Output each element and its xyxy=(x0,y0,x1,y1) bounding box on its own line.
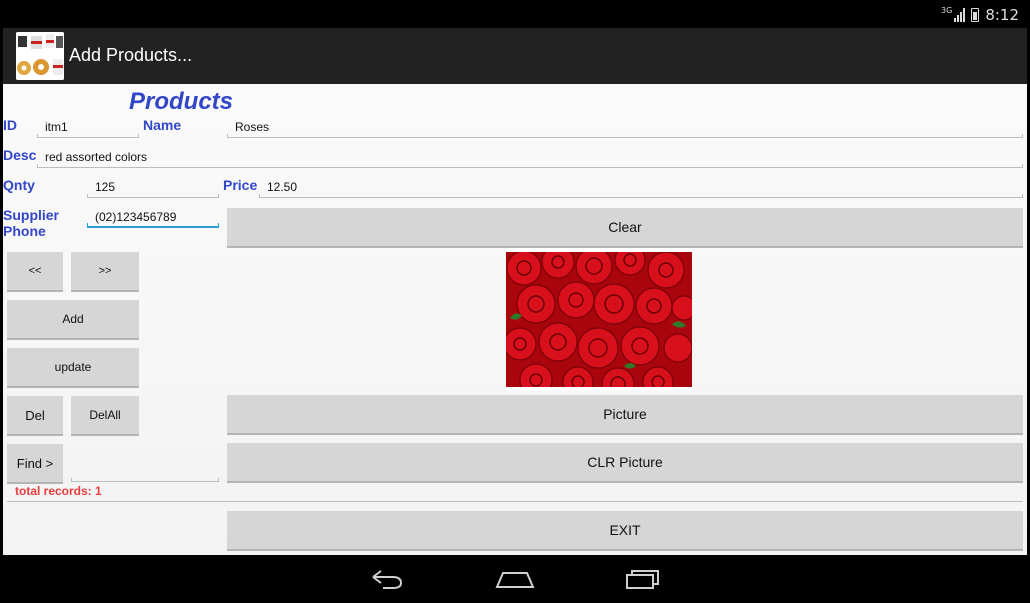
back-icon[interactable] xyxy=(369,567,405,595)
recents-icon[interactable] xyxy=(625,567,661,595)
home-icon[interactable] xyxy=(495,567,535,595)
add-button[interactable]: Add xyxy=(7,300,139,340)
next-button[interactable]: >> xyxy=(71,252,139,292)
page-heading: Products xyxy=(129,88,234,115)
status-bar: 3G 8:12 xyxy=(3,3,1027,28)
supplier-label-line1: Supplier xyxy=(3,207,60,223)
clear-button[interactable]: Clear xyxy=(227,208,1023,248)
qnty-label: Qnty xyxy=(3,177,35,193)
signal-icon xyxy=(954,8,966,22)
supplier-phone-field[interactable]: (02)123456789 xyxy=(87,206,219,228)
main-content: Products ID itm1 Name Roses Desc red ass… xyxy=(3,84,1027,555)
id-label: ID xyxy=(3,117,17,133)
desc-label: Desc xyxy=(3,147,37,163)
qnty-field[interactable]: 125 xyxy=(87,176,219,198)
price-field[interactable]: 12.50 xyxy=(259,176,1023,198)
find-button[interactable]: Find > xyxy=(7,444,63,484)
price-label: Price xyxy=(223,177,258,193)
navigation-bar xyxy=(3,555,1027,603)
network-type: 3G xyxy=(941,5,953,15)
app-logo-icon xyxy=(16,32,64,80)
product-image xyxy=(506,248,692,391)
id-field[interactable]: itm1 xyxy=(37,116,139,138)
exit-button[interactable]: EXIT xyxy=(227,511,1023,551)
find-field[interactable] xyxy=(71,460,219,482)
supplier-label-line2: Phone xyxy=(3,223,46,239)
records-divider xyxy=(7,501,1023,502)
app-title: Add Products... xyxy=(69,45,193,65)
clock: 8:12 xyxy=(985,6,1019,24)
supplier-phone-label: Supplier Phone xyxy=(3,207,59,239)
battery-icon xyxy=(971,8,980,22)
picture-button[interactable]: Picture xyxy=(227,395,1023,435)
total-records: total records: 1 xyxy=(15,484,102,498)
update-button[interactable]: update xyxy=(7,348,139,388)
delete-all-button[interactable]: DelAll xyxy=(71,396,139,436)
action-bar: Add Products... xyxy=(3,28,1027,84)
delete-button[interactable]: Del xyxy=(7,396,63,436)
name-field[interactable]: Roses xyxy=(227,116,1023,138)
clr-picture-button[interactable]: CLR Picture xyxy=(227,443,1023,483)
prev-button[interactable]: << xyxy=(7,252,63,292)
name-label: Name xyxy=(143,117,182,133)
desc-field[interactable]: red assorted colors xyxy=(37,146,1023,168)
